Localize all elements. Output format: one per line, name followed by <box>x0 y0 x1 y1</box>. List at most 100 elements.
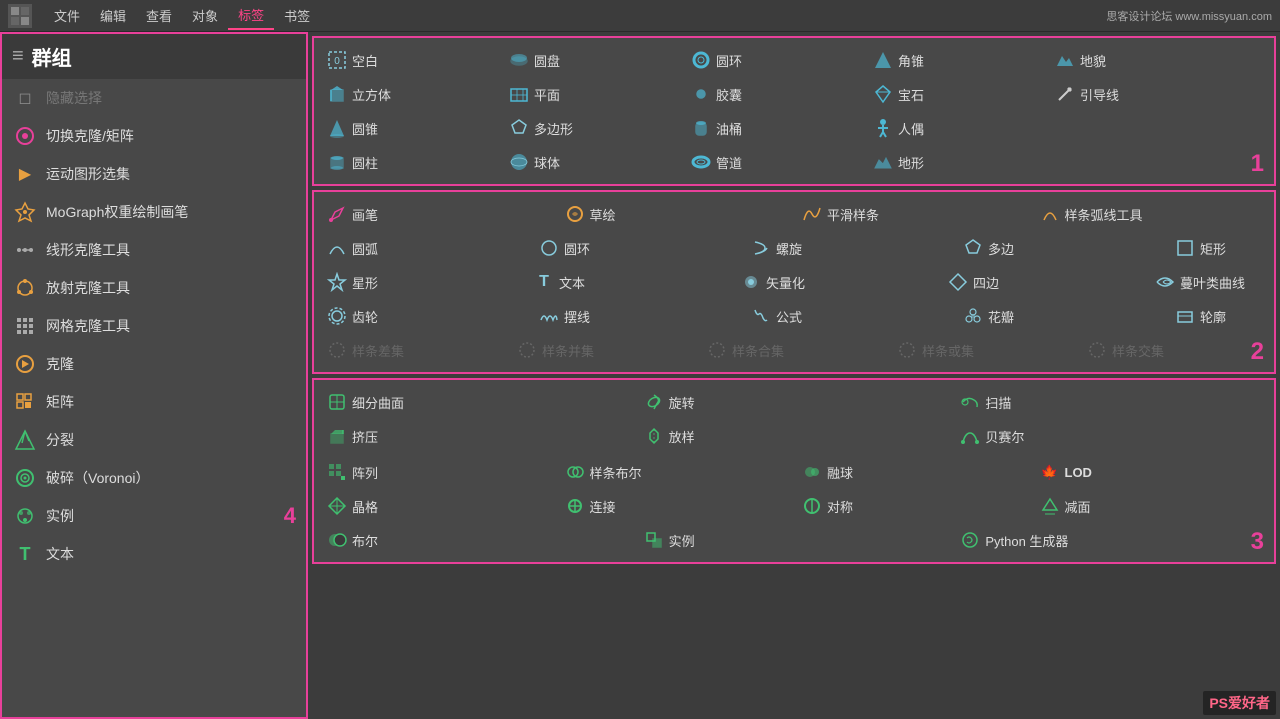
item-polygon2[interactable]: 多边 <box>956 232 1166 264</box>
item-python-gen[interactable]: Python 生成器 <box>953 524 1268 556</box>
item-subdivision[interactable]: 细分曲面 <box>320 386 635 418</box>
item-helix[interactable]: 螺旋 <box>744 232 954 264</box>
spline-or-icon <box>896 339 918 361</box>
menu-file[interactable]: 文件 <box>44 2 90 29</box>
item-circle[interactable]: 圆环 <box>532 232 742 264</box>
item-gear[interactable]: 齿轮 <box>320 300 530 332</box>
item-loft[interactable]: 放样 <box>637 420 952 452</box>
item-figure[interactable]: 人偶 <box>866 112 1046 144</box>
item-metaball[interactable]: 融球 <box>795 456 1031 488</box>
item-gem[interactable]: 宝石 <box>866 78 1046 110</box>
item-sweep[interactable]: 扫描 <box>953 386 1268 418</box>
item-lathe[interactable]: 旋转 <box>637 386 952 418</box>
item-landscape[interactable]: 地形 <box>866 146 1046 178</box>
item-array[interactable]: 阵列 <box>320 456 556 488</box>
symmetry-label: 对称 <box>827 497 853 516</box>
item-cone2[interactable]: 角锥 <box>866 44 1046 76</box>
item-terrain[interactable]: 地貌 <box>1048 44 1228 76</box>
item-sphere[interactable]: 球体 <box>502 146 682 178</box>
terrain-icon <box>1054 49 1076 71</box>
pipe-icon <box>690 151 712 173</box>
item-torus[interactable]: 圆环 <box>684 44 864 76</box>
item-vectorize[interactable]: 矢量化 <box>734 266 939 298</box>
fracture-icon <box>12 427 38 453</box>
sidebar-item-mograph-pen[interactable]: MoGraph权重绘制画笔 <box>2 193 306 231</box>
item-star[interactable]: 星形 <box>320 266 525 298</box>
item-boole[interactable]: 布尔 <box>320 524 635 556</box>
blank-label: 空白 <box>352 51 378 70</box>
item-smooth-spline[interactable]: 平滑样条 <box>795 198 1031 230</box>
item-guide[interactable]: 引导线 <box>1048 78 1228 110</box>
item-arc-tool[interactable]: 样条弧线工具 <box>1033 198 1269 230</box>
item-lattice[interactable]: 晶格 <box>320 490 556 522</box>
item-blank[interactable]: 0 空白 <box>320 44 500 76</box>
star-icon <box>326 271 348 293</box>
item-petal[interactable]: 花瓣 <box>956 300 1166 332</box>
item-spline-boole[interactable]: 样条布尔 <box>558 456 794 488</box>
guide-icon <box>1054 83 1076 105</box>
item-connect[interactable]: 连接 <box>558 490 794 522</box>
star-label: 星形 <box>352 273 378 292</box>
item-cissoid[interactable]: 蔓叶类曲线 <box>1148 266 1268 298</box>
item-cycloid[interactable]: 摆线 <box>532 300 742 332</box>
item-capsule[interactable]: 胶囊 <box>684 78 864 110</box>
item-quad[interactable]: 四边 <box>941 266 1146 298</box>
menu-edit[interactable]: 编辑 <box>90 2 136 29</box>
sidebar-item-group[interactable]: ≡ 群组 <box>2 34 306 79</box>
voronoi-icon <box>12 465 38 491</box>
sidebar-item-linear-clone[interactable]: 线形克隆工具 <box>2 231 306 269</box>
menu-view[interactable]: 查看 <box>136 2 182 29</box>
item-disk[interactable]: 圆盘 <box>502 44 682 76</box>
sidebar-item-clone-matrix[interactable]: 切换克隆/矩阵 <box>2 117 306 155</box>
sidebar-item-grid-clone[interactable]: 网格克隆工具 <box>2 307 306 345</box>
item-pen[interactable]: 画笔 <box>320 198 556 230</box>
item-sketch[interactable]: 草绘 <box>558 198 794 230</box>
sidebar-item-matrix[interactable]: 矩阵 <box>2 383 306 421</box>
sidebar-item-radial-clone[interactable]: 放射克隆工具 <box>2 269 306 307</box>
item-symmetry[interactable]: 对称 <box>795 490 1031 522</box>
item-lod[interactable]: 🍁 LOD <box>1033 456 1269 488</box>
instance2-icon <box>643 529 665 551</box>
item-instance2[interactable]: 实例 <box>637 524 952 556</box>
sidebar-item-motion-select[interactable]: ▶ 运动图形选集 <box>2 155 306 193</box>
loft-label: 放样 <box>669 427 695 446</box>
item-text[interactable]: T 文本 <box>527 266 732 298</box>
arc-icon <box>326 237 348 259</box>
item-cylinder[interactable]: 圆柱 <box>320 146 500 178</box>
menu-bookmark[interactable]: 书签 <box>274 2 320 29</box>
grid-clone-icon <box>12 313 38 339</box>
item-barrel[interactable]: 油桶 <box>684 112 864 144</box>
item-contour[interactable]: 轮廓 <box>1168 300 1268 332</box>
formula-icon <box>750 305 772 327</box>
section-2: 画笔 草绘 平滑样条 <box>312 190 1276 374</box>
item-extrude[interactable]: 挤压 <box>320 420 635 452</box>
array-label: 阵列 <box>352 463 378 482</box>
sidebar-clone-matrix-label: 切换克隆/矩阵 <box>46 126 134 146</box>
item-bezier[interactable]: 贝赛尔 <box>953 420 1268 452</box>
menu-tag[interactable]: 标签 <box>228 1 274 30</box>
polygon2-label: 多边 <box>988 239 1014 258</box>
sidebar-grid-clone-label: 网格克隆工具 <box>46 316 130 336</box>
item-rect[interactable]: 矩形 <box>1168 232 1268 264</box>
sidebar-item-instance[interactable]: 实例 4 <box>2 497 306 535</box>
item-reduce[interactable]: 减面 <box>1033 490 1269 522</box>
sidebar-item-text[interactable]: T 文本 <box>2 535 306 573</box>
menu-object[interactable]: 对象 <box>182 2 228 29</box>
barrel-label: 油桶 <box>716 119 742 138</box>
figure-icon <box>872 117 894 139</box>
item-plane[interactable]: 平面 <box>502 78 682 110</box>
item-pipe[interactable]: 管道 <box>684 146 864 178</box>
item-cone[interactable]: 圆锥 <box>320 112 500 144</box>
reduce-label: 减面 <box>1065 497 1091 516</box>
sidebar-fracture-label: 分裂 <box>46 430 74 450</box>
sidebar-item-fracture[interactable]: 分裂 <box>2 421 306 459</box>
item-formula[interactable]: 公式 <box>744 300 954 332</box>
item-polygon[interactable]: 多边形 <box>502 112 682 144</box>
sidebar-item-voronoi[interactable]: 破碎（Voronoi） <box>2 459 306 497</box>
capsule-icon <box>690 83 712 105</box>
sidebar-item-clone[interactable]: 克隆 <box>2 345 306 383</box>
cone2-label: 角锥 <box>898 51 924 70</box>
sidebar-clone-label: 克隆 <box>46 354 74 374</box>
item-arc[interactable]: 圆弧 <box>320 232 530 264</box>
item-cube[interactable]: 立方体 <box>320 78 500 110</box>
